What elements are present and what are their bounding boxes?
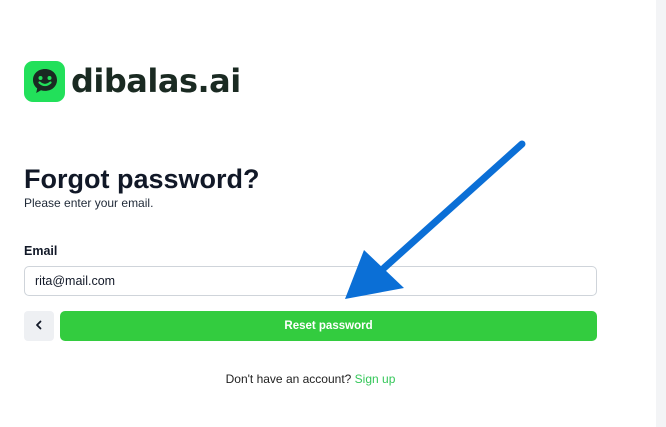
page-title: Forgot password?	[24, 164, 260, 194]
signup-prompt-text: Don't have an account?	[225, 372, 352, 386]
email-label: Email	[24, 244, 58, 258]
brand-logo: dibalas.ai	[24, 59, 241, 103]
page-right-edge	[656, 0, 666, 427]
email-field[interactable]	[24, 266, 597, 296]
back-button[interactable]	[24, 311, 54, 341]
signup-link[interactable]: Sign up	[355, 372, 396, 386]
page-subtitle: Please enter your email.	[24, 196, 154, 210]
reset-password-button[interactable]: Reset password	[60, 311, 597, 341]
brand-name: dibalas.ai	[71, 62, 241, 100]
chevron-left-icon	[33, 319, 45, 334]
signup-prompt: Don't have an account? Sign up	[0, 372, 621, 386]
smiley-chat-icon	[24, 60, 65, 102]
